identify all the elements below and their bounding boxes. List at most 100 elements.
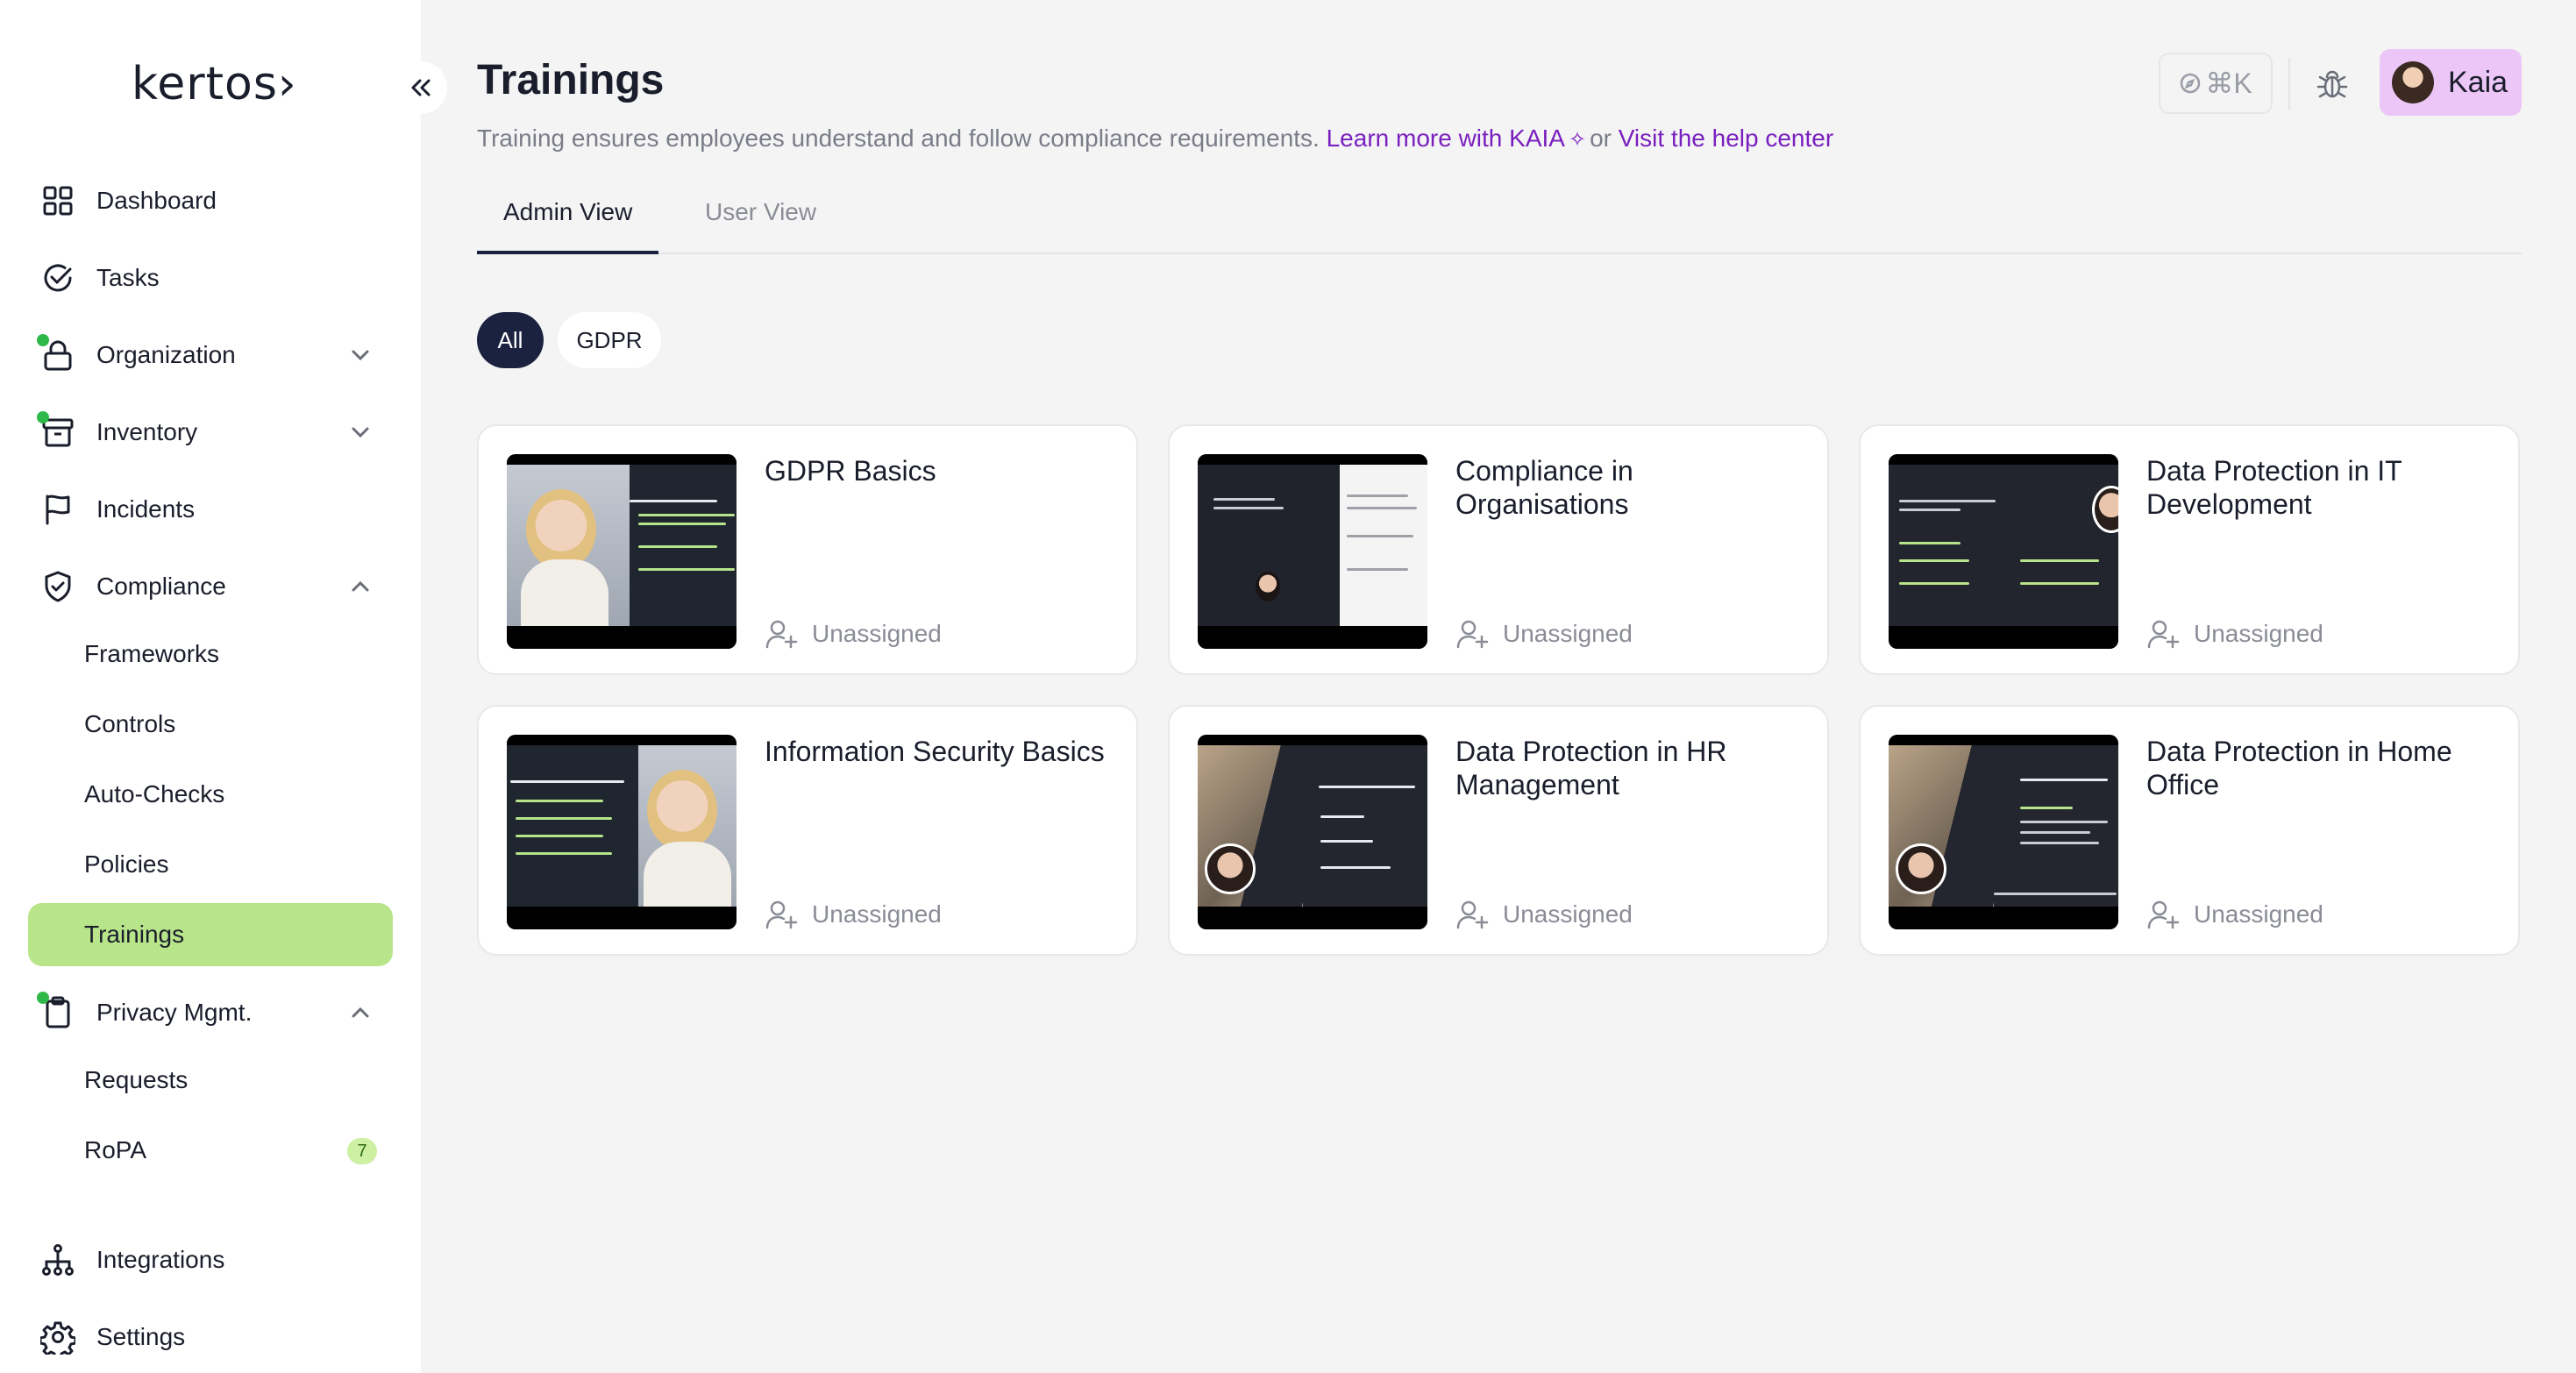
grid-icon: [40, 183, 75, 218]
card-title: Data Protection in Home Office: [2146, 736, 2452, 800]
training-card[interactable]: Data Protection in HR Management Unassig…: [1168, 705, 1829, 956]
assign-button[interactable]: Unassigned: [2146, 617, 2323, 651]
sidebar-item-incidents[interactable]: Incidents: [28, 479, 393, 540]
double-chevron-left-icon: [411, 79, 431, 96]
training-card[interactable]: Data Protection in IT Development Unassi…: [1859, 424, 2520, 675]
collapse-sidebar-button[interactable]: [395, 61, 447, 114]
training-thumbnail[interactable]: [1198, 735, 1427, 929]
compass-icon: [2181, 73, 2201, 94]
assignment-status: Unassigned: [1503, 620, 1633, 647]
add-user-icon: [1456, 620, 1489, 649]
page-title: Trainings: [477, 57, 665, 103]
learn-more-kaia-link[interactable]: Learn more with KAIA: [1327, 124, 1565, 152]
user-name: Kaia: [2448, 65, 2508, 99]
or-text: or: [1590, 124, 1612, 152]
add-user-icon: [765, 900, 798, 929]
assign-button[interactable]: Unassigned: [2146, 898, 2323, 931]
view-tabs: Admin View User View: [477, 184, 2522, 254]
page-subtitle: Training ensures employees understand an…: [477, 124, 1833, 153]
training-card[interactable]: GDPR Basics Unassigned: [477, 424, 1138, 675]
sidebar-item-compliance[interactable]: Compliance: [28, 556, 393, 617]
sidebar-item-label: Dashboard: [96, 187, 217, 214]
sidebar-item-label: Incidents: [96, 495, 196, 523]
filter-gdpr[interactable]: GDPR: [558, 312, 661, 368]
training-thumbnail[interactable]: [507, 735, 737, 929]
status-dot: [37, 992, 49, 1004]
avatar: [2392, 61, 2434, 103]
clipboard-icon: [37, 992, 75, 1030]
sidebar-item-label: Compliance: [96, 573, 226, 600]
training-thumbnail[interactable]: [1889, 454, 2118, 649]
sidebar-item-trainings[interactable]: Trainings: [28, 903, 393, 966]
sidebar-item-ropa[interactable]: RoPA 7: [28, 1119, 393, 1182]
sidebar-item-label: Inventory: [96, 418, 198, 445]
assignment-status: Unassigned: [812, 620, 942, 647]
status-dot: [37, 334, 49, 346]
tab-user-view[interactable]: User View: [679, 198, 843, 254]
sidebar-item-policies[interactable]: Policies: [28, 833, 393, 896]
add-user-icon: [765, 620, 798, 649]
sidebar-item-requests[interactable]: Requests: [28, 1049, 393, 1112]
card-title: Data Protection in HR Management: [1455, 736, 1727, 800]
training-card[interactable]: Information Security Basics Unassigned: [477, 705, 1138, 956]
card-title: Data Protection in IT Development: [2146, 455, 2402, 520]
sidebar-item-label: RoPA: [84, 1136, 147, 1163]
shortcut-label: ⌘K: [2205, 68, 2252, 99]
sidebar-item-label: Settings: [96, 1323, 186, 1350]
add-user-icon: [1456, 900, 1489, 929]
sidebar-item-inventory[interactable]: Inventory: [28, 402, 393, 463]
sidebar-item-dashboard[interactable]: Dashboard: [28, 170, 393, 231]
chevron-down-icon[interactable]: [347, 342, 374, 368]
training-thumbnail[interactable]: [507, 454, 737, 649]
shield-check-icon: [40, 569, 75, 604]
chevron-up-icon[interactable]: [347, 1000, 374, 1026]
sidebar-item-label: Tasks: [96, 264, 160, 291]
training-card[interactable]: Compliance in Organisations Unassigned: [1168, 424, 1829, 675]
help-center-link[interactable]: Visit the help center: [1619, 124, 1833, 152]
sidebar-item-settings[interactable]: Settings: [28, 1306, 393, 1368]
subtitle-text: Training ensures employees understand an…: [477, 124, 1320, 152]
network-icon: [40, 1242, 75, 1277]
sidebar-item-label: Privacy Mgmt.: [96, 999, 253, 1026]
training-thumbnail[interactable]: [1198, 454, 1427, 649]
assign-button[interactable]: Unassigned: [1455, 617, 1633, 651]
card-title: GDPR Basics: [765, 455, 936, 487]
assign-button[interactable]: Unassigned: [1455, 898, 1633, 931]
sidebar-item-auto-checks[interactable]: Auto-Checks: [28, 763, 393, 826]
sidebar-item-privacy-mgmt[interactable]: Privacy Mgmt.: [28, 982, 393, 1043]
command-palette-button[interactable]: ⌘K: [2159, 53, 2273, 114]
kertos-logo[interactable]: kertos›: [132, 58, 297, 110]
sidebar-item-label: Integrations: [96, 1246, 225, 1273]
user-menu-button[interactable]: Kaia: [2380, 49, 2522, 116]
sidebar: kertos› Dashboard Tasks Organization Inv…: [0, 0, 421, 1373]
status-dot: [37, 411, 49, 423]
sparkle-icon: ✧: [1568, 128, 1587, 152]
chevron-down-icon[interactable]: [347, 419, 374, 445]
assignment-status: Unassigned: [812, 900, 942, 928]
assignment-status: Unassigned: [2194, 620, 2323, 647]
sidebar-item-frameworks[interactable]: Frameworks: [28, 622, 393, 686]
lock-icon: [37, 334, 75, 373]
sidebar-item-label: Organization: [96, 341, 236, 368]
archive-icon: [37, 411, 75, 450]
check-circle-icon: [40, 260, 75, 295]
card-title: Information Security Basics: [765, 736, 1105, 767]
assignment-status: Unassigned: [2194, 900, 2323, 928]
tab-admin-view[interactable]: Admin View: [477, 198, 659, 254]
assignment-status: Unassigned: [1503, 900, 1633, 928]
gear-icon: [39, 1320, 77, 1360]
assign-button[interactable]: Unassigned: [765, 617, 942, 651]
add-user-icon: [2147, 620, 2180, 649]
report-bug-button[interactable]: [2306, 58, 2359, 110]
training-card[interactable]: Data Protection in Home Office Unassigne…: [1859, 705, 2520, 956]
sidebar-item-tasks[interactable]: Tasks: [28, 247, 393, 309]
card-title: Compliance in Organisations: [1455, 455, 1633, 520]
assign-button[interactable]: Unassigned: [765, 898, 942, 931]
sidebar-item-controls[interactable]: Controls: [28, 693, 393, 756]
sidebar-item-organization[interactable]: Organization: [28, 324, 393, 386]
training-thumbnail[interactable]: [1889, 735, 2118, 929]
sidebar-item-integrations[interactable]: Integrations: [28, 1229, 393, 1291]
chevron-up-icon[interactable]: [347, 573, 374, 600]
count-badge: 7: [347, 1138, 377, 1164]
filter-all[interactable]: All: [477, 312, 544, 368]
